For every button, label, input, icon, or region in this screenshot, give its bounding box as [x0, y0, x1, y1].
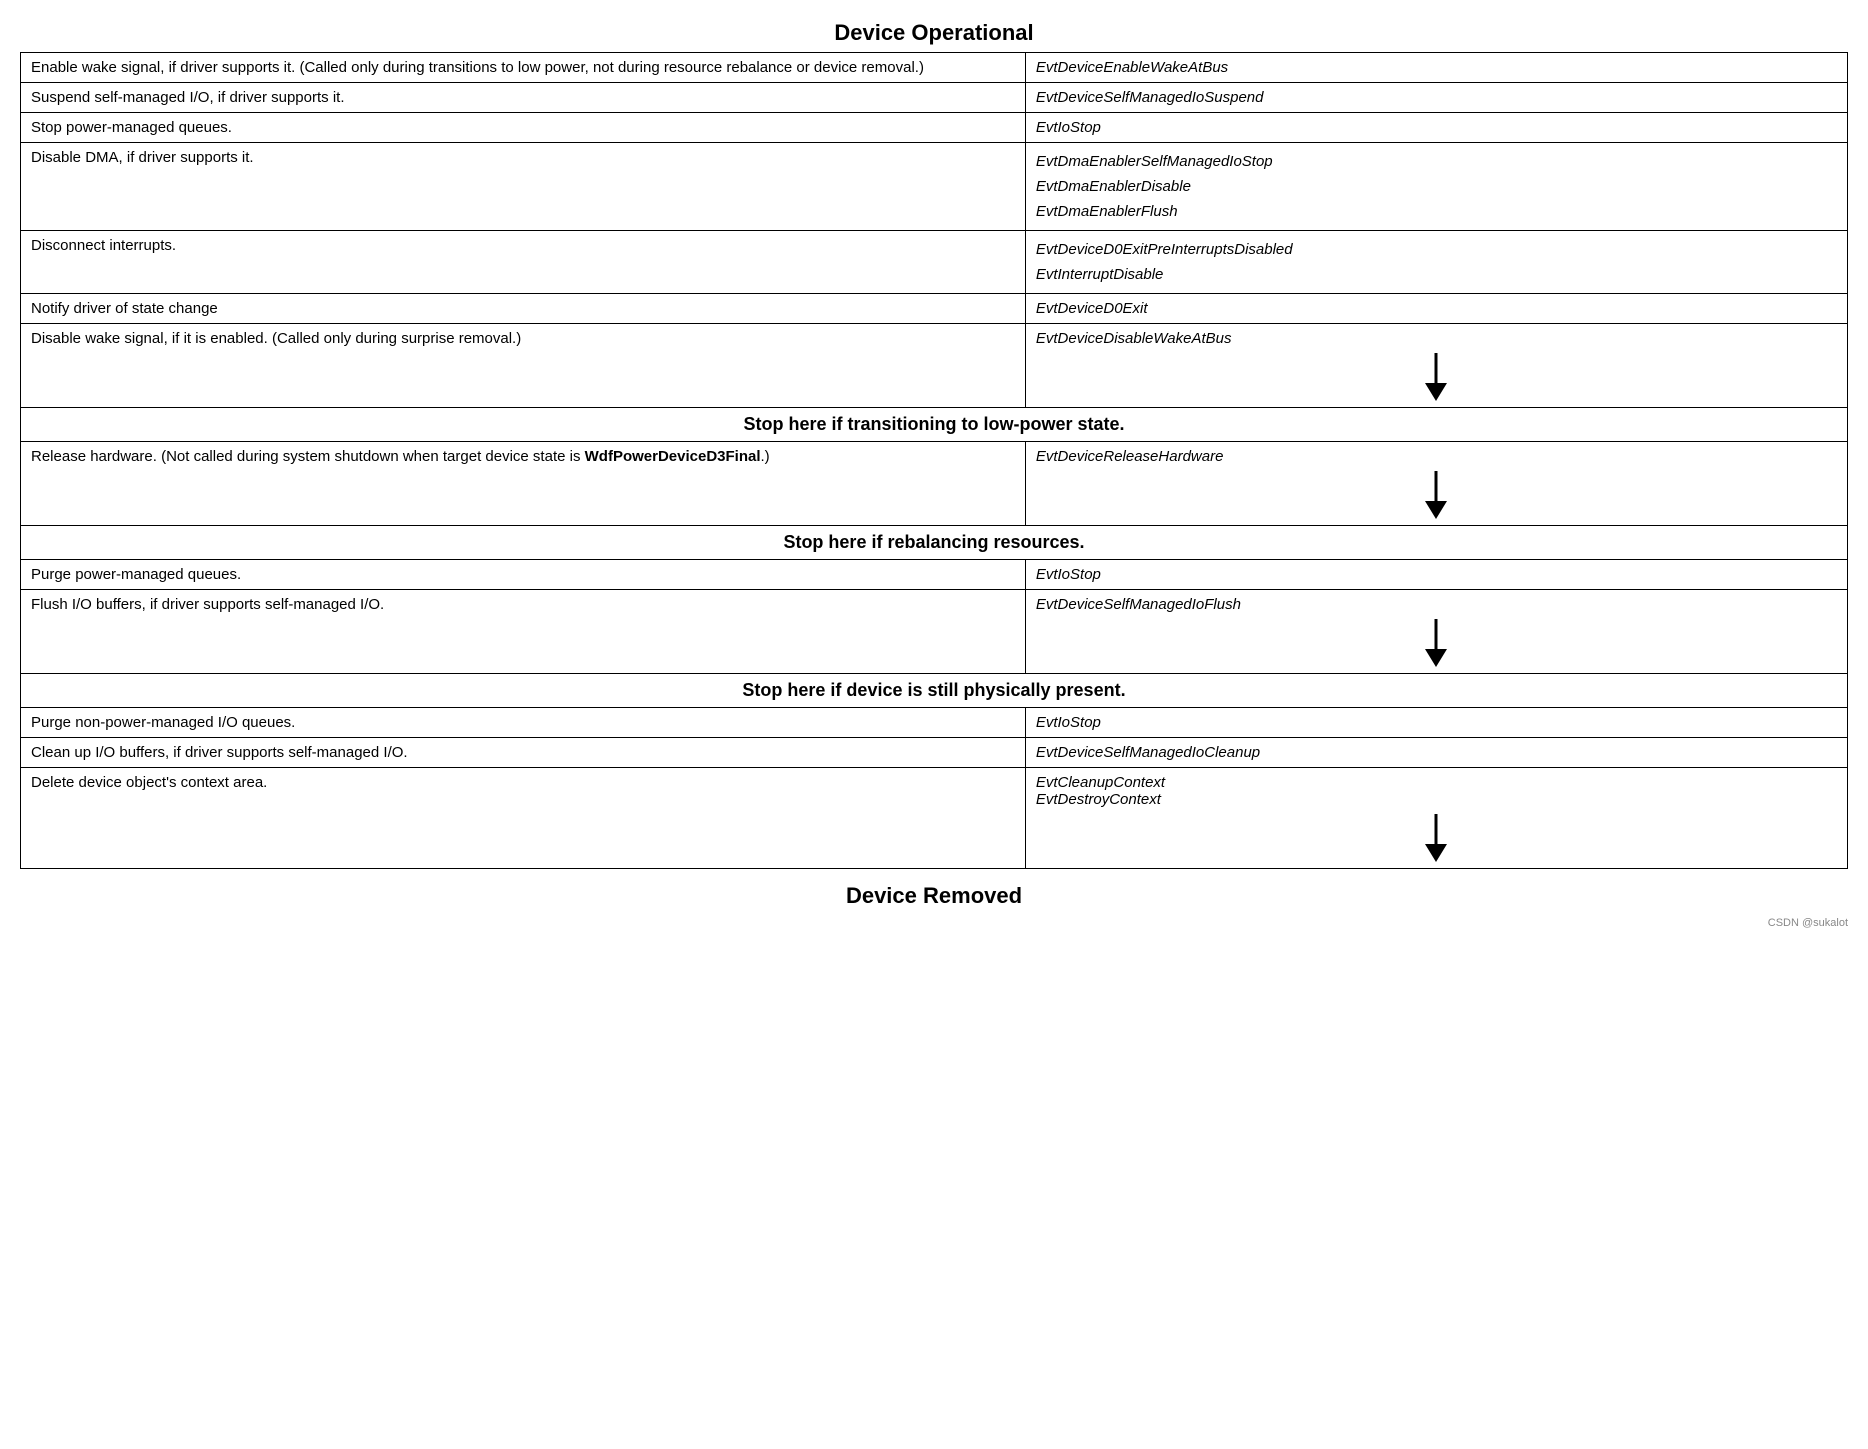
- table-row: Disable wake signal, if it is enabled. (…: [21, 324, 1848, 408]
- table-row: Stop power-managed queues. EvtIoStop: [21, 113, 1848, 143]
- right-cell: EvtDeviceD0Exit: [1025, 294, 1847, 324]
- bold-term: WdfPowerDeviceD3Final: [585, 448, 761, 465]
- left-cell: Purge non-power-managed I/O queues.: [21, 708, 1026, 738]
- page-footer: Device Removed: [20, 869, 1848, 913]
- left-cell: Flush I/O buffers, if driver supports se…: [21, 590, 1026, 674]
- right-cell-arrow: EvtDeviceReleaseHardware: [1025, 442, 1847, 526]
- right-cell: EvtDeviceD0ExitPreInterruptsDisabled Evt…: [1025, 231, 1847, 294]
- right-multi: EvtDmaEnablerSelfManagedIoStop EvtDmaEna…: [1036, 149, 1837, 224]
- callback-item: EvtCleanupContext: [1036, 774, 1837, 791]
- callback-item: EvtDmaEnablerSelfManagedIoStop: [1036, 149, 1837, 174]
- down-arrow-icon: [1423, 353, 1449, 401]
- right-cell: EvtDeviceSelfManagedIoSuspend: [1025, 83, 1847, 113]
- table-row: Flush I/O buffers, if driver supports se…: [21, 590, 1848, 674]
- table-row: Purge non-power-managed I/O queues. EvtI…: [21, 708, 1848, 738]
- left-cell: Disable wake signal, if it is enabled. (…: [21, 324, 1026, 408]
- section-header-row: Stop here if device is still physically …: [21, 674, 1848, 708]
- left-cell: Suspend self-managed I/O, if driver supp…: [21, 83, 1026, 113]
- left-cell: Disconnect interrupts.: [21, 231, 1026, 294]
- right-cell: EvtIoStop: [1025, 113, 1847, 143]
- table-row: Disable DMA, if driver supports it. EvtD…: [21, 143, 1848, 231]
- callback-item: EvtDeviceSelfManagedIoFlush: [1036, 596, 1837, 613]
- callback-item: EvtDeviceD0ExitPreInterruptsDisabled: [1036, 237, 1837, 262]
- section-header-row: Stop here if transitioning to low-power …: [21, 408, 1848, 442]
- callback-item: EvtDeviceReleaseHardware: [1036, 448, 1837, 465]
- left-cell: Clean up I/O buffers, if driver supports…: [21, 738, 1026, 768]
- table-row: Delete device object's context area. Evt…: [21, 768, 1848, 869]
- right-cell: EvtIoStop: [1025, 560, 1847, 590]
- left-cell: Purge power-managed queues.: [21, 560, 1026, 590]
- table-row: Notify driver of state change EvtDeviceD…: [21, 294, 1848, 324]
- table-row: Release hardware. (Not called during sys…: [21, 442, 1848, 526]
- right-cell: EvtDmaEnablerSelfManagedIoStop EvtDmaEna…: [1025, 143, 1847, 231]
- table-row: Disconnect interrupts. EvtDeviceD0ExitPr…: [21, 231, 1848, 294]
- page-title: Device Operational: [20, 10, 1848, 52]
- section-header-row: Stop here if rebalancing resources.: [21, 526, 1848, 560]
- left-cell: Disable DMA, if driver supports it.: [21, 143, 1026, 231]
- right-multi: EvtDeviceD0ExitPreInterruptsDisabled Evt…: [1036, 237, 1837, 287]
- section-header: Stop here if rebalancing resources.: [21, 526, 1848, 560]
- right-cell: EvtIoStop: [1025, 708, 1847, 738]
- left-cell: Release hardware. (Not called during sys…: [21, 442, 1026, 526]
- right-cell: EvtDeviceEnableWakeAtBus: [1025, 53, 1847, 83]
- left-cell: Enable wake signal, if driver supports i…: [21, 53, 1026, 83]
- watermark: CSDN @sukalot: [20, 913, 1848, 929]
- right-cell: EvtDeviceSelfManagedIoCleanup: [1025, 738, 1847, 768]
- main-table: Enable wake signal, if driver supports i…: [20, 52, 1848, 869]
- right-cell-arrow: EvtCleanupContext EvtDestroyContext: [1025, 768, 1847, 869]
- left-cell: Stop power-managed queues.: [21, 113, 1026, 143]
- callback-item: EvtDmaEnablerDisable: [1036, 174, 1837, 199]
- down-arrow-icon: [1423, 471, 1449, 519]
- section-header: Stop here if device is still physically …: [21, 674, 1848, 708]
- down-arrow-icon: [1423, 619, 1449, 667]
- callback-item: EvtDestroyContext: [1036, 791, 1837, 808]
- left-cell: Delete device object's context area.: [21, 768, 1026, 869]
- callback-item: EvtDeviceDisableWakeAtBus: [1036, 330, 1837, 347]
- table-row: Purge power-managed queues. EvtIoStop: [21, 560, 1848, 590]
- table-row: Suspend self-managed I/O, if driver supp…: [21, 83, 1848, 113]
- section-header: Stop here if transitioning to low-power …: [21, 408, 1848, 442]
- left-cell: Notify driver of state change: [21, 294, 1026, 324]
- callback-item: EvtDmaEnablerFlush: [1036, 199, 1837, 224]
- right-cell-arrow: EvtDeviceSelfManagedIoFlush: [1025, 590, 1847, 674]
- down-arrow-icon: [1423, 814, 1449, 862]
- callback-item: EvtInterruptDisable: [1036, 262, 1837, 287]
- table-row: Enable wake signal, if driver supports i…: [21, 53, 1848, 83]
- right-cell-arrow: EvtDeviceDisableWakeAtBus: [1025, 324, 1847, 408]
- table-row: Clean up I/O buffers, if driver supports…: [21, 738, 1848, 768]
